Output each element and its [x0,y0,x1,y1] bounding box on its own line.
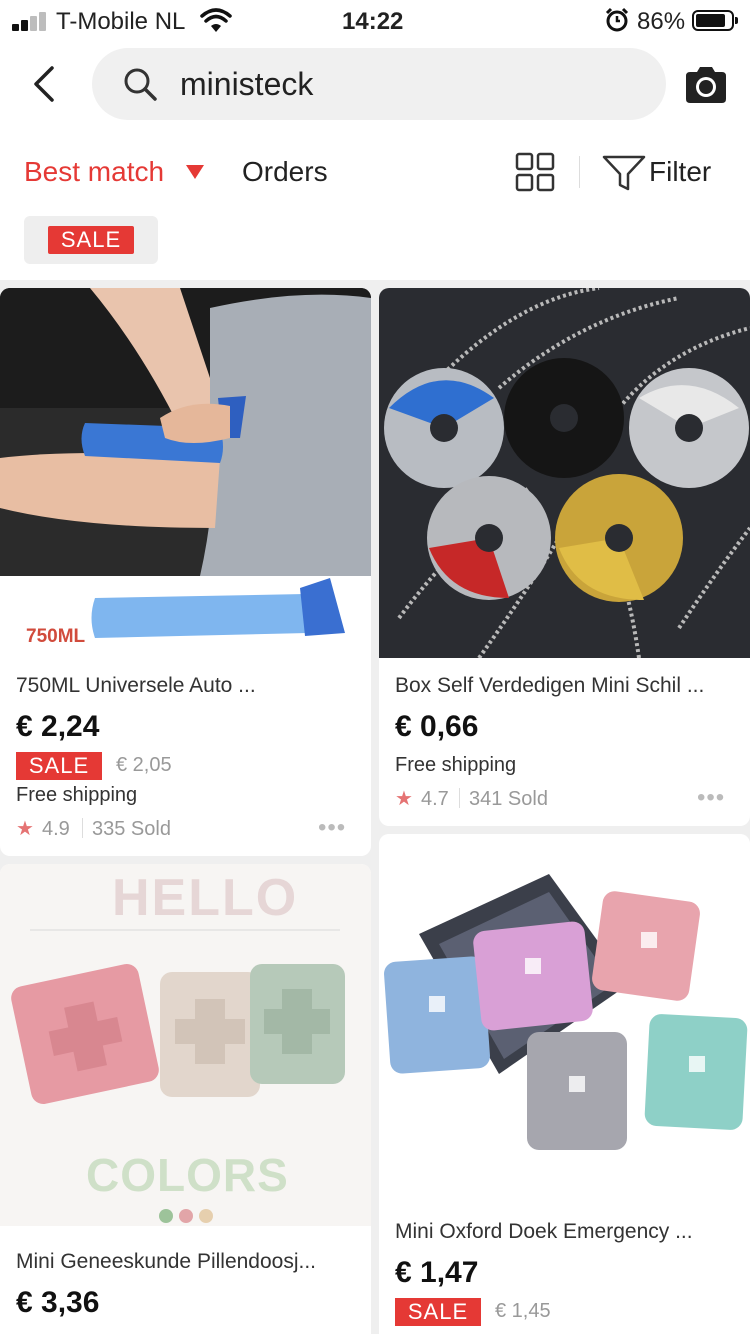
signal-icon [12,11,48,31]
sort-bar: Best match Orders Filter [0,152,750,198]
camera-icon[interactable] [684,66,728,104]
product-title[interactable]: Mini Geneeskunde Pillendoosj... [16,1250,316,1274]
product-image-text-bottom: COLORS [86,1149,289,1201]
product-image [0,288,371,646]
product-title[interactable]: Box Self Verdedigen Mini Schil ... [395,674,704,698]
divider [82,818,83,838]
product-price: € 2,24 [16,710,100,743]
search-input[interactable]: ministeck [92,48,666,120]
more-dots-icon[interactable]: ••• [697,784,725,812]
product-price: € 1,47 [395,1256,479,1289]
product-card[interactable]: Box Self Verdedigen Mini Schil ... € 0,6… [379,288,750,826]
sold-count: 335 Sold [92,818,171,840]
shipping-info: Free shipping [16,784,138,806]
sort-orders[interactable]: Orders [242,156,328,188]
product-title[interactable]: Mini Oxford Doek Emergency ... [395,1220,693,1244]
star-icon: ★ [16,818,34,840]
search-icon [124,68,157,101]
divider [459,788,460,808]
product-image-label: 750ML [26,626,86,647]
original-price: € 2,05 [116,754,172,776]
divider [579,156,580,188]
rating: 4.7 [421,788,449,810]
filter-button[interactable]: Filter [649,156,711,188]
sale-tag: SALE [395,1298,481,1326]
chevron-left-icon[interactable] [24,64,64,104]
product-card[interactable]: HELLO COLORS Mini Geneeskunde Pillendoos… [0,864,371,1334]
battery-icon [692,10,738,31]
product-card[interactable]: Mini Oxford Doek Emergency ... € 1,47 SA… [379,834,750,1334]
wifi-icon [200,8,232,32]
caret-down-icon[interactable] [186,165,204,179]
product-title[interactable]: 750ML Universele Auto ... [16,674,256,698]
product-price: € 0,66 [395,710,479,743]
carrier-name: T-Mobile NL [56,8,186,35]
rating: 4.9 [42,818,70,840]
product-price: € 3,36 [16,1286,100,1319]
sale-tag: SALE [16,752,102,780]
product-image [379,288,750,658]
product-image-text-top: HELLO [112,869,299,927]
product-card[interactable]: 750ML 750ML Universele Auto ... € 2,24 S… [0,288,371,856]
sold-count: 341 Sold [469,788,548,810]
sale-filter-chip[interactable]: SALE [24,216,158,264]
status-bar: T-Mobile NL 14:22 86% [0,0,750,44]
filter-icon[interactable] [602,154,646,192]
alarm-icon [605,7,629,32]
star-icon: ★ [395,788,413,810]
sale-tag: SALE [48,226,134,254]
grid-view-icon[interactable] [515,152,555,192]
search-query[interactable]: ministeck [180,66,313,103]
original-price: € 1,45 [495,1300,551,1322]
product-image [379,834,750,1206]
clock: 14:22 [342,8,404,35]
more-dots-icon[interactable]: ••• [318,814,346,842]
search-header: ministeck Best match Orders Filter SALE [0,44,750,280]
sort-best-match[interactable]: Best match [24,156,164,188]
shipping-info: Free shipping [395,754,517,776]
battery-percent: 86% [637,8,686,35]
